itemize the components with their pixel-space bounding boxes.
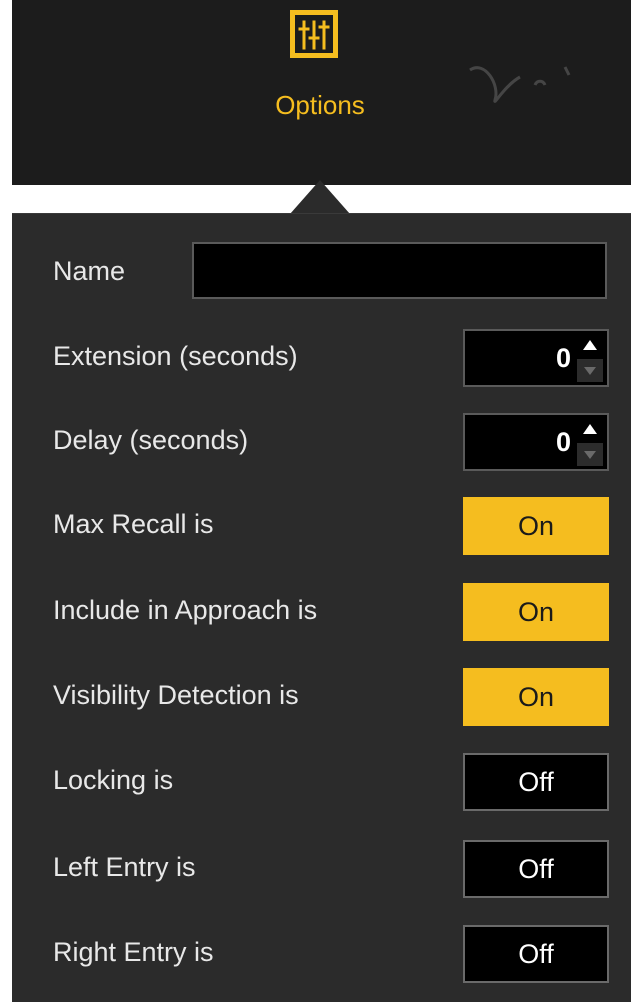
options-label: Options [275, 90, 365, 120]
name-label: Name [53, 256, 126, 286]
background-scribble [469, 66, 571, 103]
name-field[interactable] [192, 242, 607, 299]
max-recall-label: Max Recall is [53, 509, 214, 539]
locking-label: Locking is [53, 765, 174, 795]
extension-label: Extension (seconds) [53, 341, 298, 371]
locking-row: Locking is Off [12, 745, 631, 815]
delay-stepper[interactable]: 0 [463, 413, 609, 471]
left-entry-row: Left Entry is Off [12, 832, 631, 902]
name-row: Name [12, 236, 631, 306]
max-recall-row: Max Recall is On [12, 489, 631, 559]
extension-increment-button[interactable] [577, 334, 603, 357]
visibility-detection-toggle[interactable]: On [463, 668, 609, 726]
popover-arrow [290, 180, 350, 214]
max-recall-toggle[interactable]: On [463, 497, 609, 555]
right-entry-toggle[interactable]: Off [463, 925, 609, 983]
visibility-detection-row: Visibility Detection is On [12, 660, 631, 730]
extension-decrement-button[interactable] [577, 359, 603, 382]
delay-increment-button[interactable] [577, 418, 603, 441]
options-button[interactable]: Options [250, 10, 390, 130]
include-in-approach-row: Include in Approach is On [12, 575, 631, 645]
sliders-icon [290, 10, 338, 58]
extension-stepper[interactable]: 0 [463, 329, 609, 387]
delay-value: 0 [555, 427, 571, 457]
left-entry-toggle[interactable]: Off [463, 840, 609, 898]
right-entry-row: Right Entry is Off [12, 917, 631, 987]
include-in-approach-toggle[interactable]: On [463, 583, 609, 641]
delay-label: Delay (seconds) [53, 425, 249, 455]
delay-row: Delay (seconds) 0 [12, 405, 631, 475]
right-entry-label: Right Entry is [53, 937, 214, 967]
locking-toggle[interactable]: Off [463, 753, 609, 811]
left-entry-label: Left Entry is [53, 852, 196, 882]
include-in-approach-label: Include in Approach is [53, 595, 318, 625]
extension-value: 0 [555, 343, 571, 373]
visibility-detection-label: Visibility Detection is [53, 680, 299, 710]
delay-decrement-button[interactable] [577, 443, 603, 466]
extension-row: Extension (seconds) 0 [12, 321, 631, 391]
